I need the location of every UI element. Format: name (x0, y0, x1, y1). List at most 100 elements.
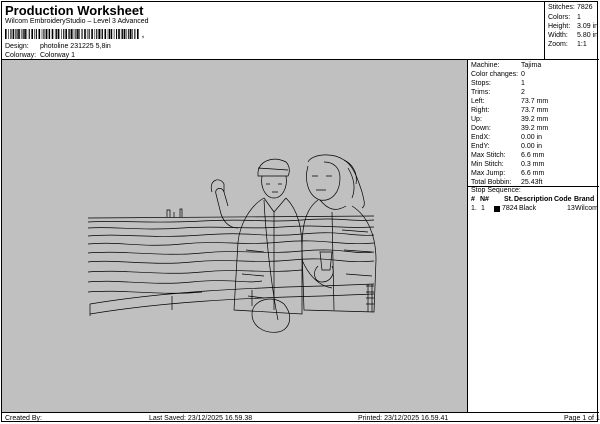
colors-label: Colors: (548, 14, 571, 21)
color-changes-value: 0 (521, 71, 525, 78)
colorway-row: Colorway: Colorway 1 (5, 52, 75, 59)
stitches-row: Stitches: 7826 (548, 4, 593, 11)
up-label: Up: (471, 116, 482, 123)
height-value: 3.09 in (577, 23, 599, 30)
design-row: Design: photoline 231225 5,8in (5, 43, 111, 50)
sea-wave-line (87, 269, 303, 274)
stitches-value: 7826 (577, 4, 593, 11)
printed-date: Printed: 23/12/2025 16.59.41 (358, 415, 449, 422)
person-left-hat (257, 158, 290, 177)
min-stitch-value: 0.3 mm (521, 161, 545, 168)
ship-right (179, 208, 183, 217)
endy-label: EndY: (471, 143, 490, 150)
machine-info-panel: Machine: Tajima Color changes: 0 Stops: 1 T… (468, 60, 599, 412)
width-row: Width: 5.80 in (548, 32, 598, 39)
min-stitch-row: Min Stitch: 0.3 mm (471, 161, 596, 170)
design-preview-canvas (2, 60, 468, 412)
colorway-value: Colorway 1 (39, 52, 75, 59)
stops-label: Stops: (471, 80, 491, 87)
table-row: 1. 1 7824 Black 13 Wilcom (471, 205, 598, 214)
barcode-text: , (142, 32, 144, 39)
right-row: Right: 73.7 mm (471, 107, 596, 116)
min-stitch-label: Min Stitch: (471, 161, 504, 168)
sea-wave-line (87, 218, 375, 223)
max-jump-label: Max Jump: (471, 170, 506, 177)
embroidery-design-drawing (87, 154, 377, 333)
up-row: Up: 39.2 mm (471, 116, 596, 125)
stitches-label: Stitches: (548, 4, 575, 11)
summary-panel: Stitches: 7826 Colors: 1 Height: 3.09 in Wi… (545, 2, 599, 60)
col-header-code: Code (554, 196, 572, 203)
endx-row: EndX: 0.00 in (471, 134, 596, 143)
col-header-needle: N# (480, 196, 489, 203)
col-header-brand: Brand (574, 196, 595, 203)
max-jump-row: Max Jump: 6.6 mm (471, 170, 596, 179)
down-value: 39.2 mm (521, 125, 549, 132)
color-changes-label: Color changes: (471, 71, 519, 78)
stop-num: 1. (471, 205, 477, 212)
person-right-eyes (312, 175, 332, 191)
page-title: Production Worksheet (5, 3, 144, 18)
person-right-hair (307, 154, 365, 209)
color-changes-row: Color changes: 0 (471, 71, 596, 80)
worksheet: Production Worksheet Wilcom EmbroiderySt… (1, 1, 600, 422)
machine-label: Machine: (471, 62, 500, 69)
height-row: Height: 3.09 in (548, 23, 598, 30)
person-left-collar (263, 197, 287, 310)
width-value: 5.80 in (577, 32, 599, 39)
person-left-hat-band (257, 167, 289, 171)
software-subtitle: Wilcom EmbroideryStudio – Level 3 Advanc… (5, 18, 149, 25)
last-saved: Last Saved: 23/12/2025 16.59.38 (149, 415, 253, 422)
total-bobbin-value: 25.43ft (521, 179, 543, 186)
person-left-bag-strap (263, 199, 279, 321)
machine-value: Tajima (521, 62, 542, 69)
trims-row: Trims: 2 (471, 89, 596, 98)
person-left-bag (251, 298, 291, 333)
person-left-arm-raised (215, 188, 239, 229)
design-label: Design: (5, 43, 29, 50)
max-stitch-value: 6.6 mm (521, 152, 545, 159)
stop-brand: Wilcom (575, 205, 598, 212)
worksheet-header: Production Worksheet Wilcom EmbroiderySt… (2, 2, 545, 60)
right-label: Right: (471, 107, 490, 114)
sea-wave-line (87, 240, 375, 246)
stops-row: Stops: 1 (471, 80, 596, 89)
endx-value: 0.00 in (521, 134, 543, 141)
colors-row: Colors: 1 (548, 14, 581, 21)
stop-sequence-header: # N# St. Description Code Brand (471, 196, 597, 205)
max-jump-value: 6.6 mm (521, 170, 545, 177)
person-left-eyes (266, 183, 282, 193)
left-label: Left: (471, 98, 485, 105)
railing-top (89, 283, 375, 305)
stop-needle: 1 (481, 205, 485, 212)
col-header-description: Description (514, 196, 553, 203)
person-left-face (261, 175, 287, 199)
up-value: 39.2 mm (521, 116, 549, 123)
down-label: Down: (471, 125, 491, 132)
stops-value: 1 (521, 80, 525, 87)
trims-label: Trims: (471, 89, 491, 96)
created-by: Created By: (5, 415, 42, 422)
max-stitch-row: Max Stitch: 6.6 mm (471, 152, 596, 161)
left-row: Left: 73.7 mm (471, 98, 596, 107)
down-row: Down: 39.2 mm (471, 125, 596, 134)
sea-wave-line (87, 232, 375, 237)
colors-value: 1 (577, 14, 581, 21)
barcode (5, 29, 139, 39)
stop-description: Black (519, 205, 537, 212)
horizon-line (87, 215, 375, 219)
max-stitch-label: Max Stitch: (471, 152, 506, 159)
stop-sequence-title: Stop Sequence: (471, 187, 521, 194)
right-value: 73.7 mm (521, 107, 549, 114)
person-right-sleeve-pattern (366, 284, 374, 312)
endy-value: 0.00 in (521, 143, 543, 150)
thread-color-swatch (494, 206, 500, 212)
height-label: Height: (548, 23, 571, 30)
zoom-row: Zoom: 1:1 (548, 41, 587, 48)
machine-row: Machine: Tajima (471, 62, 596, 71)
width-label: Width: (548, 32, 568, 39)
person-right-face (306, 161, 341, 201)
zoom-label: Zoom: (548, 41, 568, 48)
left-value: 73.7 mm (521, 98, 549, 105)
col-header-stitches: St. (504, 196, 513, 203)
